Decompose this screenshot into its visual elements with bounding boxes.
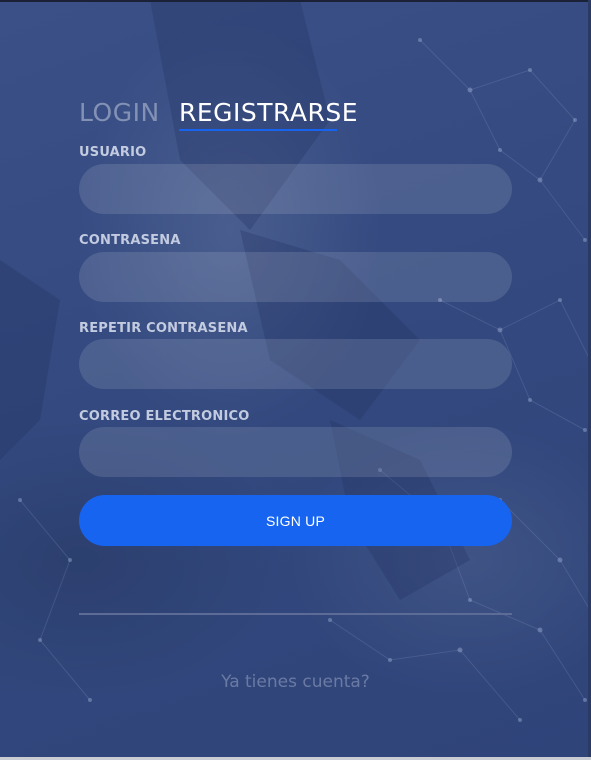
sign-up-button[interactable]: SIGN UP — [79, 495, 512, 546]
active-tab-indicator — [179, 129, 337, 131]
email-label: CORREO ELECTRONICO — [79, 409, 250, 424]
signup-panel: LOGIN REGISTRARSE USUARIO CONTRASENA REP… — [0, 0, 591, 760]
password-label: CONTRASENA — [79, 233, 181, 248]
password-input[interactable] — [79, 252, 512, 302]
username-input[interactable] — [79, 164, 512, 214]
tab-login[interactable]: LOGIN — [79, 98, 160, 127]
email-input[interactable] — [79, 427, 512, 477]
repeat-password-input[interactable] — [79, 339, 512, 389]
repeat-password-label: REPETIR CONTRASENA — [79, 321, 248, 336]
username-label: USUARIO — [79, 145, 147, 160]
divider — [79, 613, 512, 615]
top-border — [0, 0, 591, 2]
tab-register[interactable]: REGISTRARSE — [179, 98, 358, 127]
have-account-link[interactable]: Ya tienes cuenta? — [0, 672, 591, 692]
